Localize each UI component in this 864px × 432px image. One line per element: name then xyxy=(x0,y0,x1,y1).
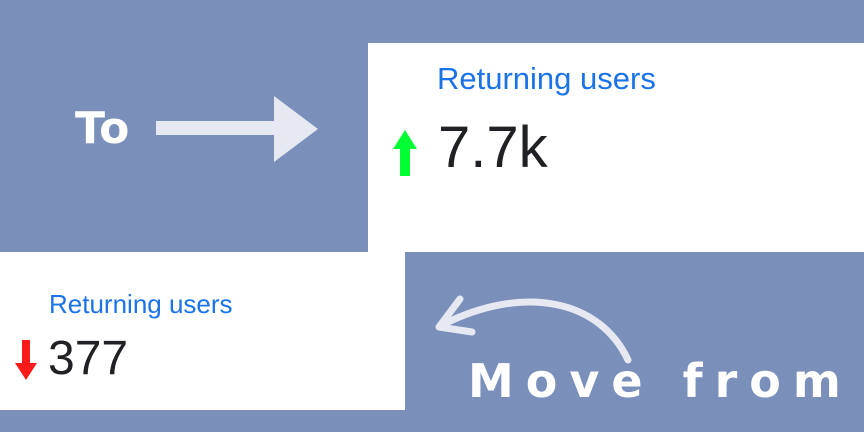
returning-users-card-current: Returning users 7.7k xyxy=(368,43,864,252)
caption-move-from: Move from xyxy=(468,354,853,408)
metric-title: Returning users xyxy=(437,61,656,96)
metric-value: 7.7k xyxy=(438,115,548,180)
metric-title: Returning users xyxy=(49,289,233,319)
caption-to: To xyxy=(75,103,130,154)
arrow-right-icon xyxy=(156,96,318,162)
returning-users-card-previous: Returning users 377 xyxy=(0,252,405,410)
arrow-down-icon xyxy=(15,340,37,380)
arrow-up-icon xyxy=(393,130,417,176)
metric-value: 377 xyxy=(48,332,129,385)
